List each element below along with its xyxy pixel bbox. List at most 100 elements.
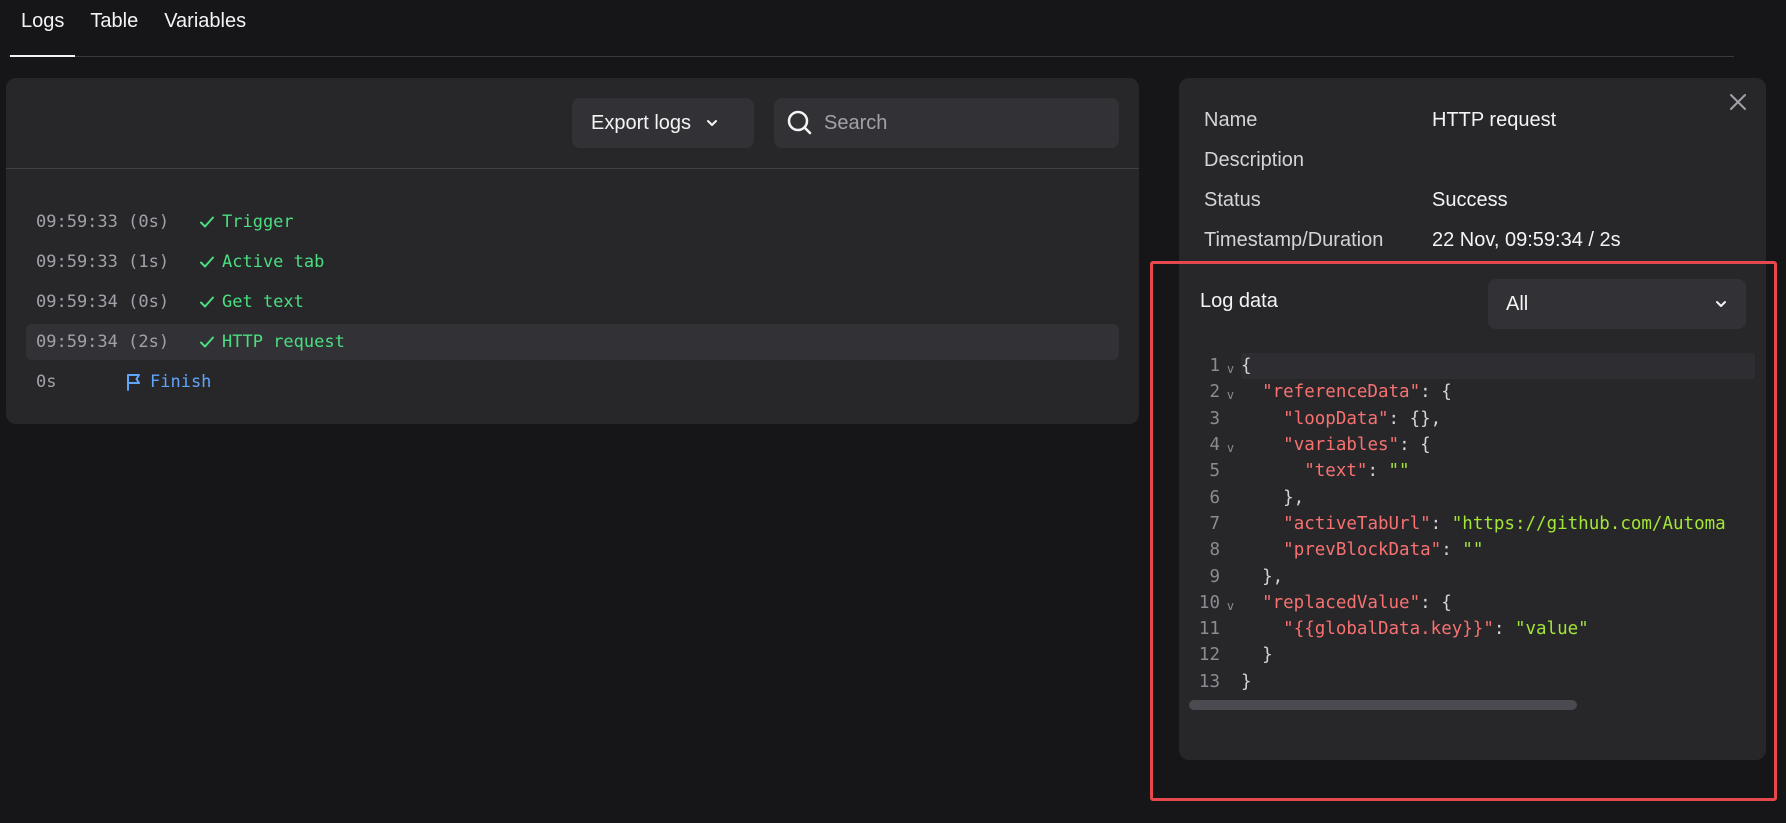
detail-key: Status — [1204, 188, 1261, 211]
json-punct: : { — [1420, 592, 1452, 613]
json-string: "" — [1462, 540, 1484, 561]
search-input[interactable] — [824, 111, 1104, 135]
detail-key: Timestamp/Duration — [1204, 228, 1384, 251]
chevron-down-icon — [1716, 301, 1726, 307]
log-name: Active tab — [222, 252, 325, 272]
json-punct — [1241, 435, 1283, 455]
fold-gutter — [1220, 468, 1241, 474]
line-number: 7 — [1209, 513, 1220, 534]
json-punct: : — [1430, 513, 1452, 534]
line-number: 6 — [1209, 487, 1220, 508]
log-time: 09:59:33 (1s) — [36, 252, 170, 272]
code-text: } — [1241, 669, 1755, 693]
fold-gutter — [1220, 416, 1241, 422]
code-text: "prevBlockData": "" — [1241, 537, 1755, 563]
line-number: 10 — [1198, 592, 1220, 613]
fold-chevron-icon[interactable]: v — [1220, 356, 1241, 376]
json-punct — [1241, 619, 1283, 639]
log-row-trigger[interactable]: 09:59:33 (0s) Trigger — [26, 204, 1119, 240]
line-number: 2 — [1209, 382, 1220, 403]
code-line: 11 "{{globalData.key}}": "value" — [1188, 616, 1755, 642]
code-text: "{{globalData.key}}": "value" — [1241, 616, 1755, 642]
search-field[interactable] — [774, 98, 1119, 148]
json-punct: }, — [1241, 566, 1284, 587]
json-punct — [1241, 382, 1262, 402]
json-punct: { — [1241, 356, 1252, 377]
close-button[interactable] — [1726, 90, 1750, 114]
code-text: "variables": { — [1241, 432, 1755, 458]
code-line: 7 "activeTabUrl": "https://github.com/Au… — [1188, 511, 1755, 537]
log-row-active-tab[interactable]: 09:59:33 (1s) Active tab — [26, 244, 1119, 280]
code-text: "loopData": {}, — [1241, 406, 1755, 432]
line-number: 9 — [1209, 566, 1220, 587]
json-punct: }, — [1241, 487, 1305, 508]
log-row-get-text[interactable]: 09:59:34 (0s) Get text — [26, 284, 1119, 320]
code-text: "referenceData": { — [1241, 379, 1755, 405]
json-key: "activeTabUrl" — [1283, 513, 1431, 534]
code-line: 12 } — [1188, 642, 1755, 668]
tab-bar: Logs Table Variables — [10, 0, 1734, 57]
fold-gutter — [1220, 652, 1241, 658]
json-string: "" — [1388, 461, 1410, 482]
detail-key: Name — [1204, 108, 1258, 131]
log-data-filter-select[interactable]: All — [1488, 279, 1746, 329]
details-list: Name HTTP request Description Status Suc… — [1204, 100, 1621, 260]
json-punct: : — [1441, 540, 1463, 561]
chevron-down-icon — [707, 120, 718, 126]
line-number: 3 — [1209, 408, 1220, 429]
json-punct: } — [1241, 671, 1252, 692]
check-icon — [200, 216, 214, 228]
detail-value: 22 Nov, 09:59:34 / 2s — [1432, 228, 1621, 251]
json-punct: } — [1241, 645, 1273, 666]
line-number: 4 — [1209, 435, 1220, 456]
code-line: 9 }, — [1188, 563, 1755, 589]
log-time: 09:59:34 (2s) — [36, 332, 170, 352]
check-icon — [200, 336, 214, 348]
log-row-http-request[interactable]: 09:59:34 (2s) HTTP request — [26, 324, 1119, 360]
fold-chevron-icon[interactable]: v — [1220, 382, 1241, 402]
export-logs-button[interactable]: Export logs — [572, 98, 754, 148]
code-line: 1 v{ — [1188, 353, 1755, 380]
line-number: 8 — [1209, 540, 1220, 561]
detail-value: Success — [1432, 188, 1508, 211]
tab-variables[interactable]: Variables — [153, 0, 257, 56]
json-punct: : { — [1399, 435, 1431, 456]
json-code-viewer[interactable]: 1 v{2 v "referenceData": {3 "loopData": {}… — [1188, 353, 1755, 693]
log-row-finish[interactable]: 0s Finish — [26, 364, 1119, 400]
fold-gutter — [1220, 574, 1241, 580]
code-line: 3 "loopData": {}, — [1188, 406, 1755, 432]
code-text: } — [1241, 642, 1755, 668]
json-punct: : — [1367, 461, 1389, 482]
detail-timestamp: Timestamp/Duration 22 Nov, 09:59:34 / 2s — [1204, 220, 1621, 260]
line-number: 12 — [1198, 645, 1220, 666]
close-icon — [1730, 94, 1746, 110]
code-line: 10 v "replacedValue": { — [1188, 590, 1755, 616]
fold-gutter — [1220, 626, 1241, 632]
json-punct — [1241, 540, 1283, 560]
json-key: "text" — [1304, 461, 1368, 482]
code-line: 8 "prevBlockData": "" — [1188, 537, 1755, 563]
logs-panel: Export logs 09:59:33 (0s) Trigger 09:59:… — [6, 78, 1139, 424]
json-key: "{{globalData.key}}" — [1283, 619, 1494, 640]
tab-logs[interactable]: Logs — [10, 0, 76, 57]
fold-chevron-icon[interactable]: v — [1220, 435, 1241, 455]
code-line: 13} — [1188, 669, 1755, 693]
search-icon — [787, 110, 812, 135]
json-key: "referenceData" — [1262, 382, 1421, 403]
log-time: 0s — [36, 372, 57, 392]
line-number: 13 — [1198, 671, 1220, 692]
json-string: "https://github.com/Automa — [1451, 513, 1726, 534]
code-text: }, — [1241, 485, 1755, 511]
code-text: "activeTabUrl": "https://github.com/Auto… — [1241, 511, 1755, 537]
tab-table[interactable]: Table — [79, 0, 149, 56]
code-text: }, — [1241, 564, 1755, 590]
line-number: 1 — [1209, 356, 1220, 377]
log-name: Trigger — [222, 212, 294, 232]
detail-name: Name HTTP request — [1204, 100, 1621, 140]
json-punct — [1241, 409, 1283, 429]
horizontal-scrollbar[interactable] — [1189, 700, 1577, 710]
fold-chevron-icon[interactable]: v — [1220, 593, 1241, 613]
log-name: Finish — [150, 372, 212, 392]
log-time: 09:59:33 (0s) — [36, 212, 170, 232]
check-icon — [200, 296, 214, 308]
